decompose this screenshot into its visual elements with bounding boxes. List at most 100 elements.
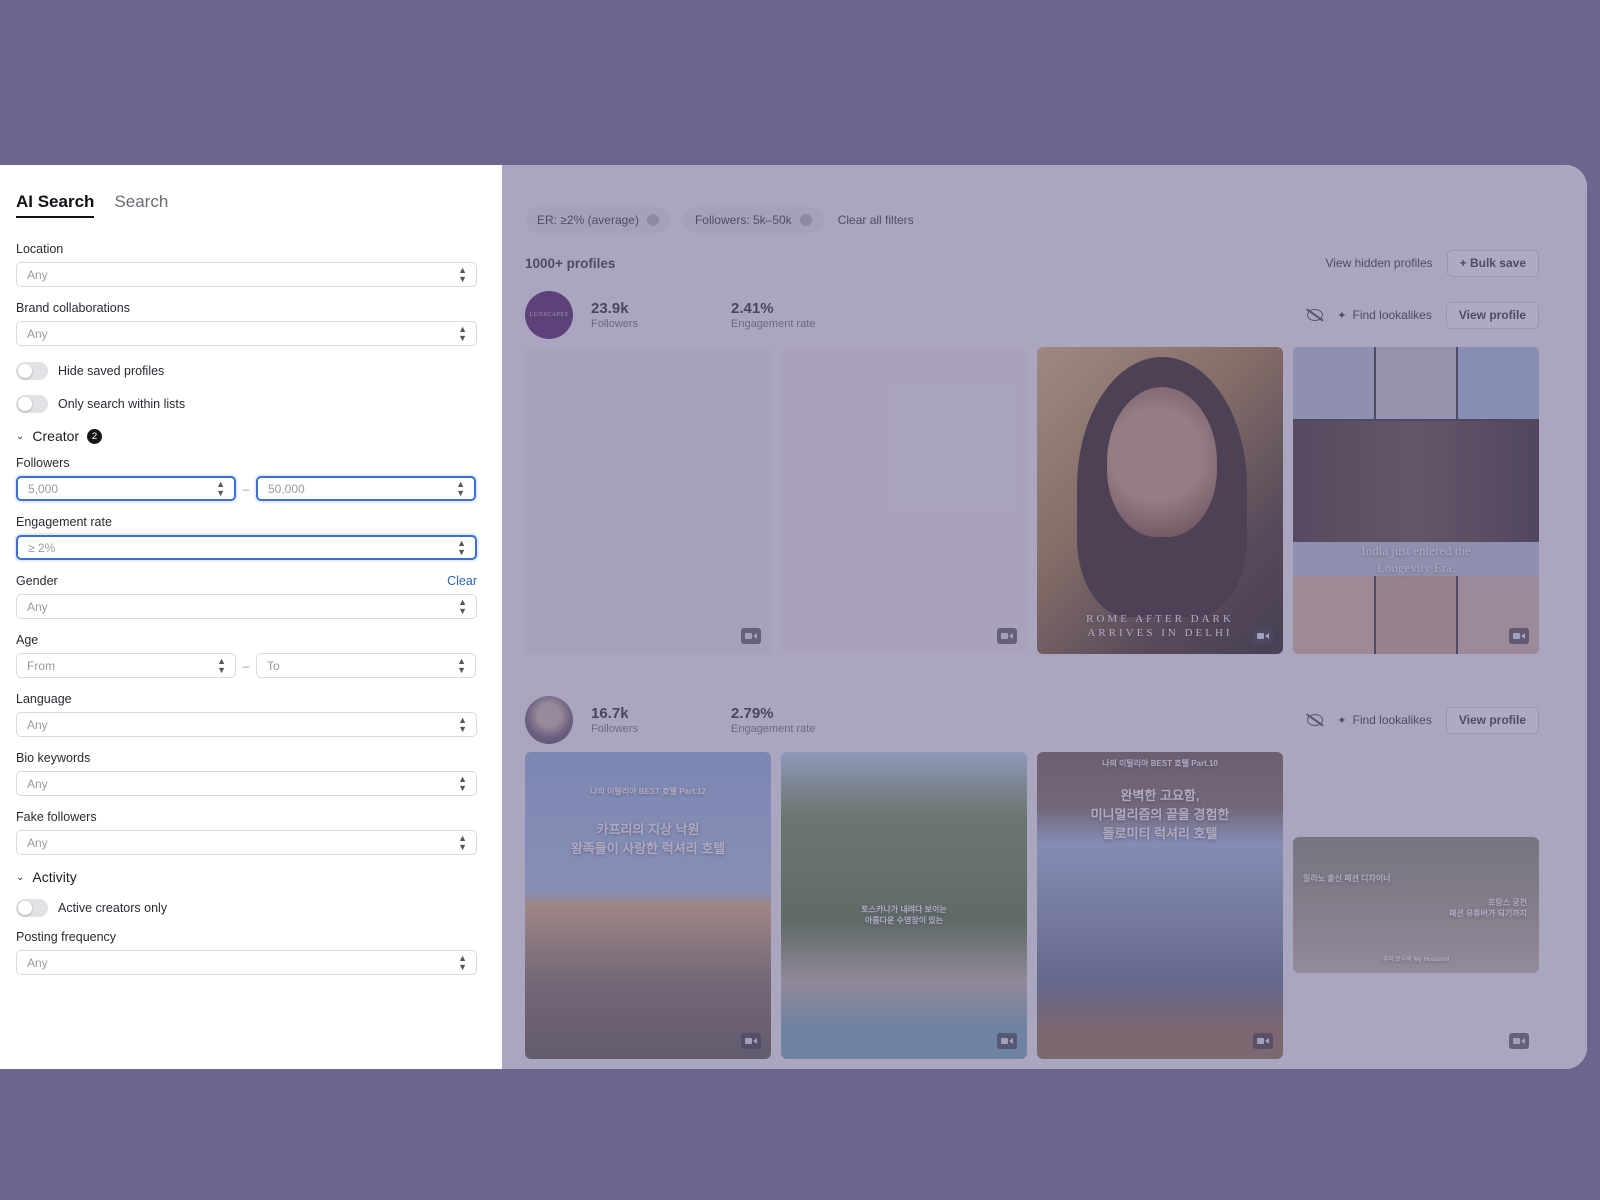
clear-all-filters-button[interactable]: Clear all filters <box>838 213 914 227</box>
hide-profile-icon[interactable] <box>1307 309 1324 321</box>
find-lookalikes-button[interactable]: ✦ Find lookalikes <box>1337 713 1432 727</box>
view-hidden-profiles-link[interactable]: View hidden profiles <box>1325 256 1432 270</box>
avatar[interactable]: LUXSCAPES <box>525 291 573 339</box>
posting-select[interactable]: Any ▲ ▼ <box>16 950 477 975</box>
collage-cell <box>1375 347 1457 419</box>
video-icon <box>1253 628 1273 644</box>
fake-label: Fake followers <box>16 810 97 824</box>
language-select[interactable]: Any ▲ ▼ <box>16 712 477 737</box>
fake-select[interactable]: Any ▲ ▼ <box>16 830 477 855</box>
followers-min-select[interactable]: 5,000 ▲ ▼ <box>16 476 236 501</box>
bulk-save-button[interactable]: + Bulk save <box>1446 249 1539 277</box>
engagement-value: ≥ 2% <box>28 540 56 555</box>
filter-chip-label: ER: ≥2% (average) <box>537 213 639 227</box>
bio-label: Bio keywords <box>16 751 91 765</box>
remove-chip-icon[interactable] <box>799 214 812 226</box>
followers-max-select[interactable]: 50,000 ▲ ▼ <box>256 476 476 501</box>
gender-filter: Gender Clear Any ▲ ▼ <box>16 574 477 619</box>
followers-label: Followers <box>591 318 639 330</box>
view-profile-button[interactable]: View profile <box>1445 301 1539 329</box>
location-select[interactable]: Any ▲ ▼ <box>16 262 477 287</box>
followers-min-value: 5,000 <box>28 481 59 496</box>
select-arrows-icon: ▲ ▼ <box>216 478 225 498</box>
hide-profile-icon[interactable] <box>1307 714 1324 726</box>
post-caption-footer: 우리 모두의 My Husband <box>1382 957 1450 963</box>
post-thumbnail[interactable]: 밀라노 출신 패션 디자이너 프랑스 궁전 패션 유튜버가 되기까지 우리 모두… <box>1293 752 1539 1059</box>
bio-select[interactable]: Any ▲ ▼ <box>16 771 477 796</box>
engagement-label: Engagement rate <box>731 723 816 735</box>
filter-chip-er[interactable]: ER: ≥2% (average) <box>525 207 671 233</box>
view-profile-button[interactable]: View profile <box>1445 706 1539 734</box>
post-thumbnail[interactable]: ROME AFTER DARK ARRIVES IN DELHI <box>1037 347 1283 654</box>
collage-cell <box>1293 347 1374 419</box>
post-thumbnail[interactable]: India just entered the Longevity Era. <box>1293 347 1539 654</box>
bio-value: Any <box>27 776 48 791</box>
gender-clear-link[interactable]: Clear <box>447 574 477 588</box>
select-arrows-icon: ▲ ▼ <box>458 323 467 343</box>
posting-label: Posting frequency <box>16 930 117 944</box>
gender-value: Any <box>27 599 48 614</box>
language-label: Language <box>16 692 72 706</box>
hide-saved-row: Hide saved profiles <box>16 360 477 381</box>
creator-section-header[interactable]: ⌄ Creator 2 <box>16 428 477 444</box>
gender-select[interactable]: Any ▲ ▼ <box>16 594 477 619</box>
bio-filter: Bio keywords Any ▲ ▼ <box>16 751 477 796</box>
age-label: Age <box>16 633 39 647</box>
find-lookalikes-button[interactable]: ✦ Find lookalikes <box>1337 308 1432 322</box>
collage-cell <box>1458 347 1539 419</box>
video-icon <box>1509 1033 1529 1049</box>
age-to-select[interactable]: To ▲ ▼ <box>256 653 476 678</box>
select-arrows-icon: ▲ ▼ <box>457 537 466 557</box>
video-icon <box>741 628 761 644</box>
post-tag: 나의 이탈리아 BEST 호텔 Part.12 <box>590 787 706 796</box>
creator-section-label: Creator <box>32 428 80 444</box>
age-from-select[interactable]: From ▲ ▼ <box>16 653 236 678</box>
post-tag: 나의 이탈리아 BEST 호텔 Part.10 <box>1102 759 1218 768</box>
video-icon <box>1509 628 1529 644</box>
post-thumbnail[interactable]: 토스카나가 내려다 보이는 아름다운 수영장이 있는 <box>781 752 1027 1059</box>
only-lists-label: Only search within lists <box>58 396 186 411</box>
followers-stat: 16.7k Followers <box>591 705 713 735</box>
post-grid: ROME AFTER DARK ARRIVES IN DELHI India j… <box>525 347 1539 654</box>
only-lists-toggle[interactable] <box>16 394 48 413</box>
posting-filter: Posting frequency Any ▲ ▼ <box>16 930 477 975</box>
post-caption: 완벽한 고요함, 미니멀리즘의 끝을 경험한 돌로미티 럭셔리 호텔 <box>1090 788 1230 841</box>
avatar[interactable] <box>525 696 573 744</box>
age-filter: Age From ▲ ▼ – To ▲ ▼ <box>16 633 477 678</box>
engagement-label: Engagement rate <box>16 515 112 529</box>
filter-chip-label: Followers: 5k–50k <box>694 213 792 227</box>
filter-chip-followers[interactable]: Followers: 5k–50k <box>682 207 824 233</box>
post-thumbnail[interactable]: 나의 이탈리아 BEST 호텔 Part.12 카프리의 지상 낙원 왕족들이 … <box>525 752 771 1059</box>
post-caption-secondary: 프랑스 궁전 패션 유튜버가 되기까지 <box>1448 898 1527 918</box>
active-only-toggle[interactable] <box>16 898 48 917</box>
brand-value: Any <box>27 326 48 341</box>
sparkle-icon: ✦ <box>1337 310 1347 322</box>
location-value: Any <box>27 267 48 282</box>
post-caption: India just entered the Longevity Era. <box>1293 542 1539 576</box>
engagement-select[interactable]: ≥ 2% ▲ ▼ <box>16 535 477 560</box>
activity-section-header[interactable]: ⌄ Activity <box>16 869 477 885</box>
engagement-value: 2.41% <box>731 300 774 317</box>
tab-ai-search[interactable]: AI Search <box>16 192 95 218</box>
location-filter: Location Any ▲ ▼ <box>16 242 477 287</box>
activity-section-label: Activity <box>32 869 77 885</box>
engagement-label: Engagement rate <box>731 318 816 330</box>
post-thumbnail[interactable]: 나의 이탈리아 BEST 호텔 Part.10 완벽한 고요함, 미니멀리즘의 … <box>1037 752 1283 1059</box>
language-value: Any <box>27 717 48 732</box>
gender-label: Gender <box>16 574 58 588</box>
select-arrows-icon: ▲ ▼ <box>457 655 466 675</box>
remove-chip-icon[interactable] <box>646 214 659 226</box>
fake-filter: Fake followers Any ▲ ▼ <box>16 810 477 855</box>
active-only-row: Active creators only <box>16 897 477 918</box>
brand-select[interactable]: Any ▲ ▼ <box>16 321 477 346</box>
brand-filter: Brand collaborations Any ▲ ▼ <box>16 301 477 346</box>
post-thumbnail[interactable] <box>525 347 771 654</box>
post-thumbnail[interactable] <box>781 347 1027 654</box>
results-count: 1000+ profiles <box>525 255 616 271</box>
select-arrows-icon: ▲ ▼ <box>458 773 467 793</box>
hide-saved-toggle[interactable] <box>16 361 48 380</box>
creator-filter-count-badge: 2 <box>87 428 103 444</box>
results-bar: 1000+ profiles View hidden profiles + Bu… <box>525 249 1539 277</box>
tab-search[interactable]: Search <box>114 192 168 218</box>
select-arrows-icon: ▲ ▼ <box>458 714 467 734</box>
